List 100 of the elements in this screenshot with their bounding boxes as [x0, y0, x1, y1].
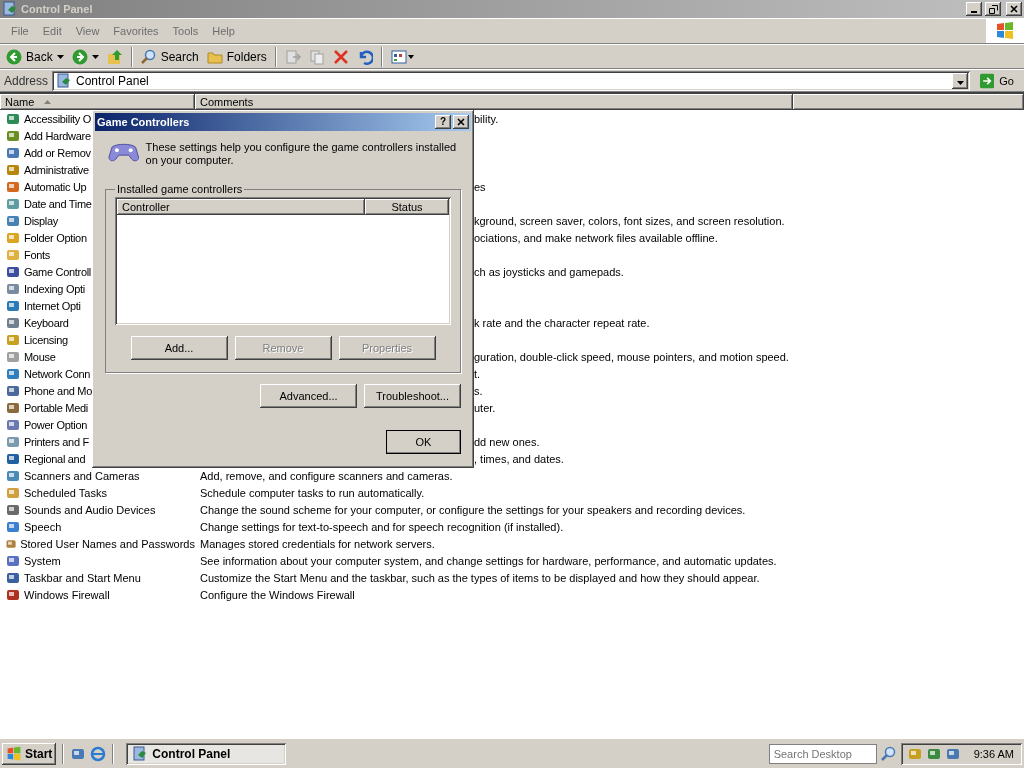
item-comment: s. [474, 384, 483, 397]
item-name[interactable]: Taskbar and Start Menu [24, 571, 141, 584]
item-name[interactable]: Keyboard [24, 316, 69, 329]
folders-button[interactable]: Folders [204, 45, 269, 68]
item-comment: Add, remove, and configure scanners and cameras. [200, 469, 453, 482]
column-header[interactable] [793, 94, 1024, 110]
item-comment: bility. [474, 112, 499, 125]
address-field[interactable]: Control Panel [52, 70, 970, 91]
item-name[interactable]: Add Hardware [24, 129, 91, 142]
item-name[interactable]: Display [24, 214, 58, 227]
item-comment: kground, screen saver, colors, font sizes, and screen resolution. [474, 214, 785, 227]
search-button[interactable]: Search [138, 45, 201, 68]
dialog-button[interactable]: Add... [130, 336, 228, 360]
item-name[interactable]: Automatic Up [24, 180, 87, 193]
menu-item[interactable]: Tools [165, 25, 206, 37]
gamepad-icon [108, 141, 140, 164]
restore-icon [988, 4, 998, 14]
item-name[interactable]: Stored User Names and Passwords [20, 537, 195, 550]
item-comment: Change the sound scheme for your computer, or configure the settings for your speakers and recording devices. [200, 503, 746, 516]
group-label: Installed game controllers [116, 183, 244, 195]
item-comment: dd new ones. [474, 435, 540, 448]
item-name[interactable]: Folder Option [24, 231, 87, 244]
dialog-title: Game Controllers [97, 116, 191, 128]
control-panel-icon [56, 72, 73, 89]
go-button[interactable]: Go [974, 70, 1020, 91]
item-name[interactable]: Administrative [24, 163, 89, 176]
item-name[interactable]: Scanners and Cameras [24, 469, 140, 482]
column-header[interactable]: Comments [195, 94, 793, 110]
address-dropdown-button[interactable] [952, 72, 968, 89]
item-comment: Change settings for text-to-speech and for speech recognition (if installed). [200, 520, 564, 533]
item-name[interactable]: Licensing [24, 333, 68, 346]
item-name[interactable]: Portable Medi [24, 401, 88, 414]
windows-logo-icon [6, 745, 22, 762]
minimize-button[interactable] [966, 2, 982, 16]
copy-to-icon [308, 48, 325, 65]
views-icon [390, 48, 415, 65]
control-panel-icon [2, 1, 18, 17]
item-name[interactable]: Phone and Mo [24, 384, 92, 397]
search-field[interactable]: Search Desktop [768, 743, 877, 764]
column-header[interactable]: Status [365, 199, 449, 215]
control-panel-icon [132, 745, 149, 762]
menu-item[interactable]: Favorites [106, 25, 166, 37]
item-comment: Configure the Windows Firewall [200, 588, 355, 601]
item-name[interactable]: Windows Firewall [24, 588, 110, 601]
item-name[interactable]: Mouse [24, 350, 56, 363]
ok-button[interactable]: OK [386, 430, 461, 454]
item-name[interactable]: Game Controll [24, 265, 91, 278]
dialog-button[interactable]: Troubleshoot... [364, 384, 461, 408]
taskbar-button[interactable]: Control Panel [126, 742, 287, 765]
close-button[interactable] [1006, 2, 1022, 16]
column-header[interactable]: Controller [117, 199, 365, 215]
menu-item[interactable]: Edit [35, 25, 69, 37]
back-button[interactable]: Back [4, 45, 66, 68]
item-comment: es [474, 180, 486, 193]
menu-item[interactable]: Help [205, 25, 242, 37]
dropdown-caret-icon [56, 54, 64, 59]
item-comment: ch as joysticks and gamepads. [474, 265, 624, 278]
help-button[interactable]: ? [435, 115, 451, 129]
item-comment: k rate and the character repeat rate. [474, 316, 650, 329]
close-button[interactable] [453, 115, 469, 129]
intro-text: These settings help you configure the game controllers installed on your computer. [145, 141, 458, 167]
item-name[interactable]: Sounds and Audio Devices [24, 503, 156, 516]
close-icon [1010, 5, 1018, 13]
item-name[interactable]: System [24, 554, 61, 567]
item-comment: uter. [474, 401, 496, 414]
item-name[interactable]: Accessibility O [24, 112, 92, 125]
start-button[interactable]: Start [2, 742, 57, 765]
item-comment: , times, and dates. [474, 452, 564, 465]
item-name[interactable]: Scheduled Tasks [24, 486, 107, 499]
item-name[interactable]: Fonts [24, 248, 50, 261]
item-name[interactable]: Indexing Opti [24, 282, 85, 295]
close-icon [457, 118, 465, 126]
search-icon [140, 48, 157, 65]
item-name[interactable]: Network Conn [24, 367, 91, 380]
item-name[interactable]: Date and Time [24, 197, 92, 210]
menu-item[interactable]: View [68, 25, 107, 37]
item-name[interactable]: Add or Remov [24, 146, 91, 159]
search-icon [880, 745, 897, 762]
item-comment: See information about your computer system, and change settings for hardware, performance, and automatic updates. [200, 554, 777, 567]
restore-button[interactable] [985, 2, 1001, 16]
dropdown-caret-icon [91, 54, 99, 59]
delete-icon [332, 48, 349, 65]
sort-arrow-icon [44, 100, 52, 104]
item-name[interactable]: Speech [24, 520, 62, 533]
item-comment: t. [474, 367, 481, 380]
folder-up-icon [106, 48, 123, 65]
item-name[interactable]: Regional and [24, 452, 86, 465]
item-comment: ociations, and make network files available offline. [474, 231, 718, 244]
dialog-button[interactable]: Advanced... [260, 384, 357, 408]
clock: 9:36 AM [973, 747, 1014, 760]
address-label: Address [4, 73, 49, 88]
column-header[interactable]: Name [0, 94, 195, 110]
controller-list[interactable]: Controller Status [115, 197, 451, 325]
window-title: Control Panel [21, 3, 94, 15]
item-name[interactable]: Printers and F [24, 435, 89, 448]
item-name[interactable]: Internet Opti [24, 299, 81, 312]
item-comment: Manages stored credentials for network servers. [200, 537, 435, 550]
windows-logo-icon [995, 21, 1015, 41]
move-to-icon [284, 48, 301, 65]
item-name[interactable]: Power Option [24, 418, 88, 431]
